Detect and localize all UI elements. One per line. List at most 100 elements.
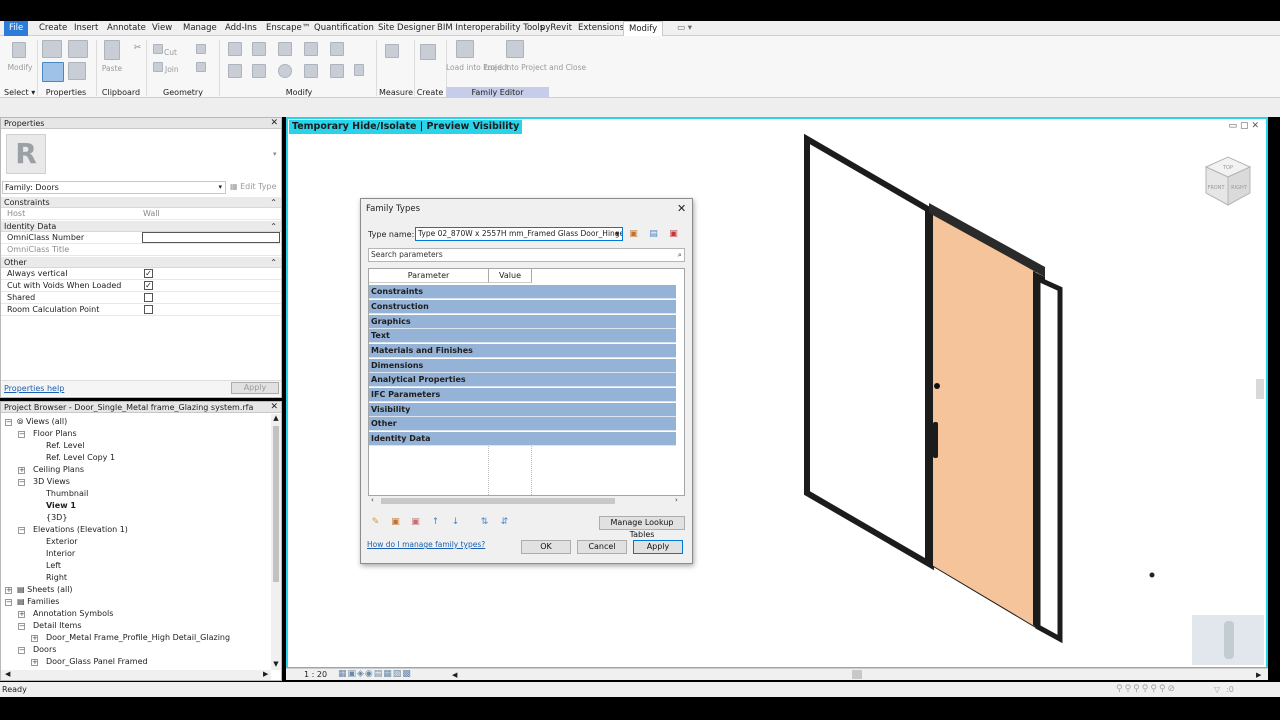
scroll-right-icon[interactable]: ▶ [263, 670, 268, 678]
collapse-toggle-icon[interactable]: − [18, 431, 25, 438]
expand-toggle-icon[interactable]: + [5, 587, 12, 594]
family-selector[interactable]: Family: Doors ▾ [2, 181, 226, 194]
collapse-toggle-icon[interactable]: − [18, 527, 25, 534]
load-into-project-icon[interactable] [456, 40, 474, 58]
table-horizontal-scrollbar[interactable]: ‹ › [369, 496, 684, 506]
tab-pyrevit[interactable]: pyRevit [535, 21, 577, 36]
paste-icon[interactable] [104, 40, 120, 60]
type-name-select[interactable]: Type 02_870W x 2557H mm_Framed Glass Doo… [415, 227, 623, 241]
modify-cursor-icon[interactable] [12, 42, 26, 58]
scroll-down-icon[interactable]: ▼ [271, 660, 281, 668]
move-up-icon[interactable]: ↑ [431, 518, 440, 527]
create-similar-icon[interactable] [420, 44, 436, 60]
trim-icon[interactable] [304, 64, 318, 78]
group-row-text[interactable]: Text [369, 329, 676, 343]
cut-voids-checkbox[interactable]: ✓ [144, 281, 153, 290]
move-icon[interactable] [228, 64, 242, 78]
scroll-up-icon[interactable]: ▲ [271, 414, 281, 422]
door-panel[interactable] [930, 210, 1036, 628]
tree-item-door-metal-frame[interactable]: Door_Metal Frame_Profile_High Detail_Gla… [46, 632, 230, 644]
tree-item-views[interactable]: ⦾ Views (all) [17, 416, 67, 428]
modify-button-label[interactable]: Modify [4, 63, 36, 72]
tree-item-annotation-symbols[interactable]: Annotation Symbols [33, 608, 113, 620]
tab-insert[interactable]: Insert [69, 21, 103, 36]
cancel-button[interactable]: Cancel [577, 540, 627, 554]
new-type-icon[interactable]: ▣ [629, 230, 638, 239]
door-handle-icon[interactable] [933, 422, 938, 458]
tab-bim-interoperability[interactable]: BIM Interoperability Tools [432, 21, 549, 36]
mirror-draw-icon[interactable] [304, 42, 318, 56]
tab-enscape[interactable]: Enscape™ [261, 21, 315, 36]
cut-label[interactable]: Cut [164, 48, 177, 57]
always-vertical-checkbox[interactable]: ✓ [144, 269, 153, 278]
array-icon[interactable] [330, 64, 344, 78]
ok-button[interactable]: OK [521, 540, 571, 554]
edit-type-button[interactable]: ▦ Edit Type [230, 181, 280, 194]
family-category-icon[interactable] [68, 40, 88, 58]
scroll-right-icon[interactable]: ▶ [1256, 669, 1261, 681]
cut-icon[interactable]: ✂ [133, 44, 142, 53]
group-row-construction[interactable]: Construction [369, 300, 676, 314]
edit-parameter-icon[interactable]: ✎ [371, 518, 380, 527]
category-identity-data[interactable]: Identity Data ⌃ [1, 221, 281, 232]
expand-toggle-icon[interactable]: + [31, 635, 38, 642]
tree-item-families[interactable]: ▤ Families [17, 596, 59, 608]
select-group-label[interactable]: Select ▾ [4, 87, 35, 98]
glass-sidelight[interactable] [804, 133, 934, 571]
category-constraints[interactable]: Constraints ⌃ [1, 197, 281, 208]
delete-type-icon[interactable]: ▣ [669, 230, 678, 239]
sort-descending-icon[interactable]: ⇵ [500, 518, 509, 527]
horizontal-scrollbar[interactable]: ◀ ▶ [1, 670, 271, 680]
rotate-icon[interactable] [278, 64, 292, 78]
room-calc-checkbox[interactable] [144, 305, 153, 314]
group-row-analytical[interactable]: Analytical Properties [369, 373, 676, 387]
cope-icon[interactable] [153, 44, 163, 54]
tab-view[interactable]: View [147, 21, 177, 36]
group-row-materials[interactable]: Materials and Finishes [369, 344, 676, 358]
tree-item-right[interactable]: Right [46, 572, 67, 584]
type-properties-icon[interactable] [42, 40, 62, 58]
scroll-left-icon[interactable]: ‹ [371, 496, 374, 504]
view-scrollbar-thumb[interactable] [852, 670, 862, 679]
tab-file[interactable]: File [4, 21, 29, 36]
viewcube[interactable]: TOP FRONT RIGHT [1202, 153, 1254, 211]
omniclass-number-input[interactable] [142, 232, 280, 243]
tree-item-thumbnail[interactable]: Thumbnail [46, 488, 88, 500]
load-into-project-label[interactable]: Load into Project [446, 63, 509, 72]
tree-item-3d-views[interactable]: 3D Views [33, 476, 70, 488]
tree-item-door-glass-panel[interactable]: Door_Glass Panel Framed [46, 656, 148, 668]
tree-item-ref-level[interactable]: Ref. Level [46, 440, 85, 452]
move-down-icon[interactable]: ↓ [451, 518, 460, 527]
type-selector-chevron-icon[interactable]: ▾ [273, 150, 277, 158]
column-header-parameter[interactable]: Parameter [369, 269, 489, 283]
expand-toggle-icon[interactable]: + [18, 611, 25, 618]
group-row-dimensions[interactable]: Dimensions [369, 359, 676, 373]
tree-item-sheets[interactable]: ▤ Sheets (all) [17, 584, 73, 596]
tree-item-3d[interactable]: {3D} [46, 512, 67, 524]
new-parameter-icon[interactable]: ▣ [391, 518, 400, 527]
tree-item-exterior[interactable]: Exterior [46, 536, 78, 548]
apply-button[interactable]: Apply [231, 382, 279, 394]
tree-item-ref-level-copy[interactable]: Ref. Level Copy 1 [46, 452, 115, 464]
load-into-project-close-icon[interactable] [506, 40, 524, 58]
collapse-toggle-icon[interactable]: − [18, 479, 25, 486]
category-other[interactable]: Other ⌃ [1, 257, 281, 268]
tree-item-doors[interactable]: Doors [33, 644, 56, 656]
tab-modify[interactable]: Modify [623, 21, 664, 36]
scroll-right-icon[interactable]: › [675, 496, 678, 504]
family-types-icon[interactable] [68, 62, 86, 80]
tree-item-view-1[interactable]: View 1 [46, 500, 76, 512]
group-row-visibility[interactable]: Visibility [369, 403, 676, 417]
selection-filter-icons[interactable]: ⚲⚲⚲⚲⚲⚲⊘ [1116, 682, 1177, 697]
delete-parameter-icon[interactable]: ▣ [411, 518, 420, 527]
search-parameters-input[interactable]: Search parameters ⌕ [368, 248, 685, 262]
copy-icon[interactable] [252, 64, 266, 78]
load-into-project-close-label[interactable]: Load into Project and Close [484, 63, 586, 72]
apply-button[interactable]: Apply [633, 540, 683, 554]
group-row-graphics[interactable]: Graphics [369, 315, 676, 329]
tree-item-left[interactable]: Left [46, 560, 61, 572]
collapse-toggle-icon[interactable]: − [18, 623, 25, 630]
collapse-toggle-icon[interactable]: − [5, 599, 12, 606]
join-label[interactable]: Join [165, 65, 179, 74]
tab-manage[interactable]: Manage [178, 21, 222, 36]
